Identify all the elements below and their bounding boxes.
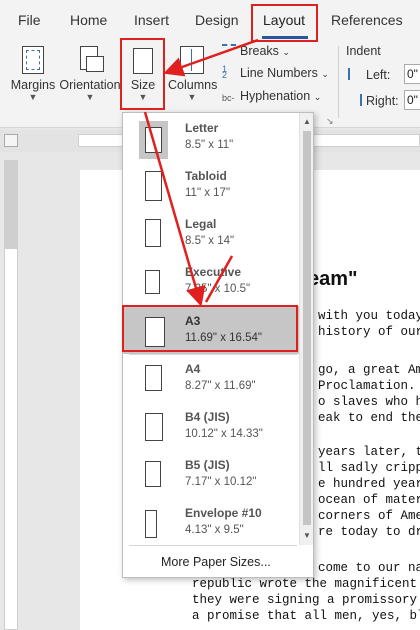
- arrow-executive-to-a3: [204, 255, 234, 303]
- arrow-size-to-a3: [143, 111, 206, 307]
- arrow-layout-to-size: [163, 38, 259, 77]
- annotation-arrows: [143, 38, 259, 307]
